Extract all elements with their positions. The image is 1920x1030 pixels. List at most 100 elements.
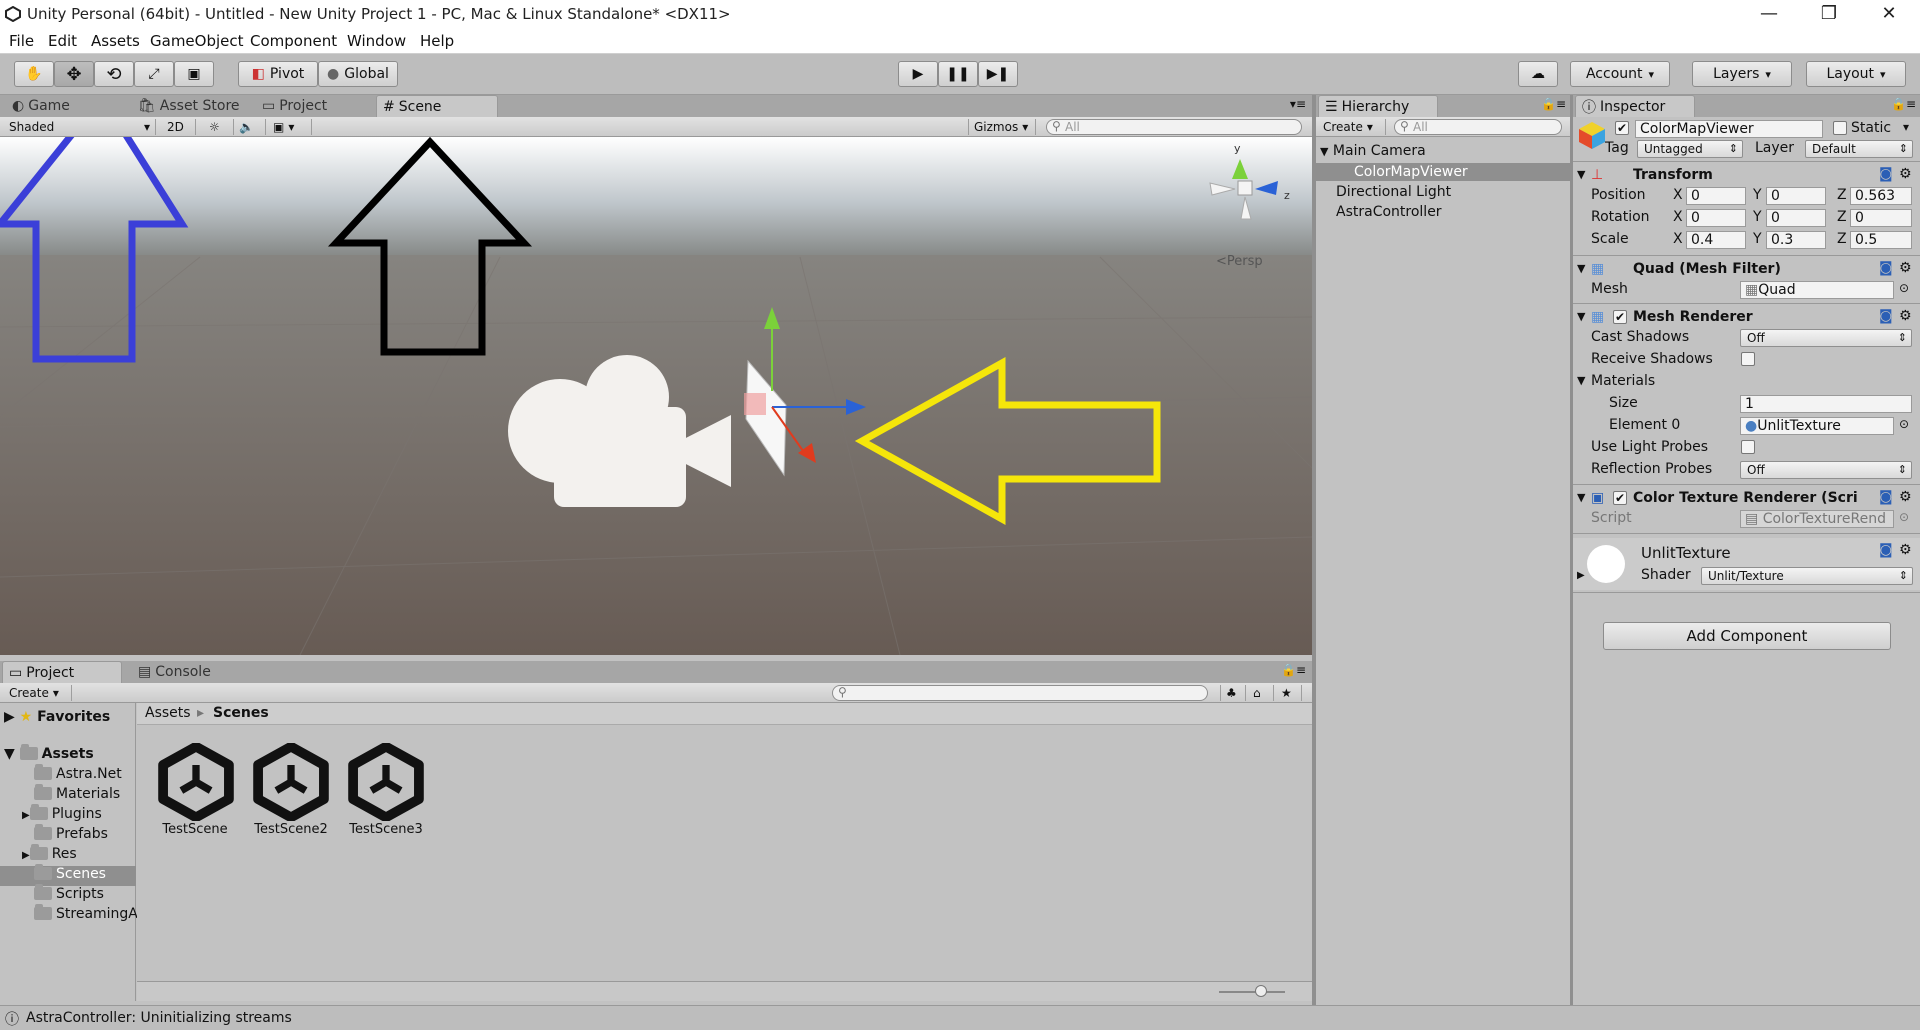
tab-asset-store[interactable]: 🛍 Asset Store bbox=[132, 95, 246, 117]
2d-toggle[interactable]: 2D bbox=[162, 119, 196, 135]
static-dropdown-icon[interactable]: ▾ bbox=[1903, 120, 1909, 134]
layout-dropdown[interactable]: Layout bbox=[1806, 61, 1906, 87]
filter-label-button[interactable]: ⌂ bbox=[1248, 685, 1274, 701]
scale-tool-button[interactable]: ⤢ bbox=[134, 61, 174, 87]
tab-project[interactable]: ▭ Project bbox=[256, 95, 333, 117]
folder-item[interactable]: Prefabs bbox=[34, 824, 108, 842]
status-message[interactable]: AstraController: Uninitializing streams bbox=[26, 1010, 292, 1026]
expand-icon[interactable]: ▶ bbox=[1577, 570, 1585, 581]
settings-gear-icon[interactable]: ⚙ bbox=[1899, 489, 1912, 505]
folder-item[interactable]: Scripts bbox=[34, 884, 104, 902]
restore-button[interactable]: ❐ bbox=[1806, 0, 1852, 29]
element0-object-field[interactable]: ●UnlitTexture bbox=[1740, 417, 1894, 435]
panel-lock-icon[interactable]: 🔒≡ bbox=[1281, 663, 1306, 677]
play-button[interactable]: ▶ bbox=[898, 61, 938, 87]
breadcrumb-assets[interactable]: Assets bbox=[145, 705, 191, 721]
tab-project-bottom[interactable]: ▭ Project bbox=[2, 661, 122, 683]
favorite-button[interactable]: ★ bbox=[1276, 685, 1302, 701]
folder-item[interactable]: StreamingA bbox=[34, 904, 138, 922]
zoom-slider-track[interactable] bbox=[1219, 991, 1285, 993]
hierarchy-item-selected[interactable]: ColorMapViewer bbox=[1354, 164, 1468, 180]
tab-scene[interactable]: # Scene bbox=[376, 95, 498, 117]
audio-toggle[interactable]: 🔈 bbox=[234, 119, 266, 135]
hand-tool-button[interactable]: ✋ bbox=[14, 61, 54, 87]
collapse-icon[interactable]: ▼ bbox=[1577, 168, 1585, 181]
folder-item-selected[interactable]: Scenes bbox=[34, 864, 106, 882]
menu-edit[interactable]: Edit bbox=[48, 32, 77, 50]
project-search-input[interactable] bbox=[832, 685, 1208, 701]
panel-menu-icon[interactable]: ▾≡ bbox=[1290, 97, 1306, 111]
script-enabled-checkbox[interactable]: ✔ bbox=[1613, 491, 1627, 505]
scene-view[interactable]: y z <Persp bbox=[0, 137, 1312, 655]
receive-shadows-checkbox[interactable] bbox=[1741, 352, 1755, 366]
minimize-button[interactable]: — bbox=[1746, 0, 1792, 29]
tab-game[interactable]: ◐ Game bbox=[6, 95, 76, 117]
hierarchy-search-input[interactable]: All bbox=[1394, 119, 1562, 135]
mesh-renderer-enabled-checkbox[interactable]: ✔ bbox=[1613, 310, 1627, 324]
materials-size-field[interactable]: 1 bbox=[1740, 395, 1912, 413]
scale-y-field[interactable]: 0.3 bbox=[1766, 231, 1826, 249]
gizmos-dropdown[interactable]: Gizmos ▾ bbox=[968, 119, 1036, 135]
object-name-field[interactable]: ColorMapViewer bbox=[1635, 120, 1823, 138]
active-checkbox[interactable]: ✔ bbox=[1615, 121, 1629, 135]
static-checkbox[interactable] bbox=[1833, 121, 1847, 135]
help-icon[interactable]: ◙ bbox=[1879, 489, 1893, 505]
settings-gear-icon[interactable]: ⚙ bbox=[1899, 260, 1912, 276]
menu-component[interactable]: Component bbox=[250, 32, 337, 50]
menu-help[interactable]: Help bbox=[420, 32, 454, 50]
settings-gear-icon[interactable]: ⚙ bbox=[1899, 166, 1912, 182]
step-button[interactable]: ▶❚ bbox=[978, 61, 1018, 87]
effects-dropdown[interactable]: ▣ ▾ bbox=[268, 119, 312, 135]
hierarchy-lock-icon[interactable]: 🔒≡ bbox=[1541, 97, 1566, 111]
settings-gear-icon[interactable]: ⚙ bbox=[1899, 308, 1912, 324]
tag-dropdown[interactable]: Untagged bbox=[1637, 140, 1743, 158]
folder-item[interactable]: ▶ Res bbox=[22, 844, 77, 862]
persp-label[interactable]: <Persp bbox=[1216, 254, 1263, 269]
tab-console[interactable]: ▤ Console bbox=[132, 661, 217, 683]
collapse-icon[interactable]: ▼ bbox=[1577, 374, 1585, 387]
move-tool-button[interactable]: ✥ bbox=[54, 61, 94, 87]
cast-shadows-dropdown[interactable]: Off bbox=[1740, 329, 1912, 347]
hierarchy-create-dropdown[interactable]: Create ▾ bbox=[1318, 119, 1386, 135]
lighting-toggle[interactable]: ☼ bbox=[204, 119, 234, 135]
unity-scene-icon[interactable] bbox=[252, 743, 330, 821]
layer-dropdown[interactable]: Default bbox=[1805, 140, 1913, 158]
breadcrumb-scenes[interactable]: Scenes bbox=[213, 705, 269, 721]
pivot-toggle[interactable]: ◧ Pivot bbox=[238, 61, 318, 87]
menu-assets[interactable]: Assets bbox=[91, 32, 140, 50]
menu-gameobject[interactable]: GameObject bbox=[150, 32, 244, 50]
global-toggle[interactable]: ● Global bbox=[318, 61, 398, 87]
shading-dropdown[interactable]: Shaded ▾ bbox=[4, 119, 156, 135]
menu-window[interactable]: Window bbox=[347, 32, 406, 50]
folder-item[interactable]: Astra.Net bbox=[34, 764, 122, 782]
object-picker-icon[interactable]: ⊙ bbox=[1899, 281, 1909, 295]
reflection-probes-dropdown[interactable]: Off bbox=[1740, 461, 1912, 479]
hierarchy-item[interactable]: AstraController bbox=[1336, 204, 1442, 220]
close-button[interactable]: ✕ bbox=[1866, 0, 1912, 29]
position-y-field[interactable]: 0 bbox=[1766, 187, 1826, 205]
settings-gear-icon[interactable]: ⚙ bbox=[1899, 542, 1912, 558]
assets-root-item[interactable]: ▼ Assets bbox=[4, 744, 94, 762]
help-icon[interactable]: ◙ bbox=[1879, 542, 1893, 558]
unity-scene-icon[interactable] bbox=[347, 743, 425, 821]
tab-inspector[interactable]: ⓘ Inspector bbox=[1575, 95, 1695, 117]
folder-item[interactable]: Materials bbox=[34, 784, 120, 802]
scale-x-field[interactable]: 0.4 bbox=[1686, 231, 1746, 249]
project-create-dropdown[interactable]: Create ▾ bbox=[4, 685, 72, 701]
collapse-icon[interactable]: ▼ bbox=[1577, 262, 1585, 275]
cloud-button[interactable]: ☁ bbox=[1518, 61, 1558, 87]
scene-search-input[interactable]: All bbox=[1046, 119, 1302, 135]
unity-scene-icon[interactable] bbox=[157, 743, 235, 821]
hierarchy-item[interactable]: ▼ Main Camera bbox=[1320, 143, 1426, 159]
hierarchy-item[interactable]: Directional Light bbox=[1336, 184, 1451, 200]
inspector-lock-icon[interactable]: 🔒≡ bbox=[1891, 97, 1916, 111]
rect-tool-button[interactable]: ▣ bbox=[174, 61, 214, 87]
menu-file[interactable]: File bbox=[9, 32, 34, 50]
position-z-field[interactable]: 0.563 bbox=[1850, 187, 1912, 205]
collapse-icon[interactable]: ▼ bbox=[1577, 491, 1585, 504]
position-x-field[interactable]: 0 bbox=[1686, 187, 1746, 205]
rotate-tool-button[interactable]: ⟲ bbox=[94, 61, 134, 87]
shader-dropdown[interactable]: Unlit/Texture bbox=[1701, 567, 1913, 585]
pause-button[interactable]: ❚❚ bbox=[938, 61, 978, 87]
help-icon[interactable]: ◙ bbox=[1879, 308, 1893, 324]
